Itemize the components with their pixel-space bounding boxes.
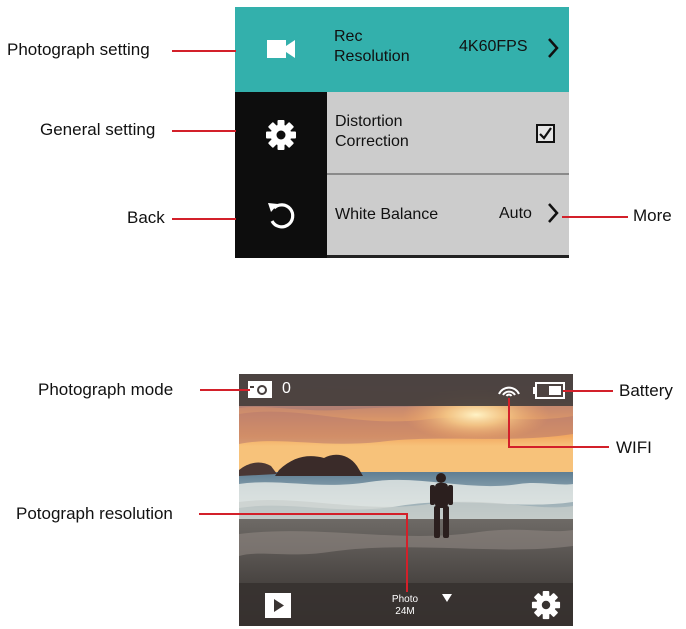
- chevron-right-icon[interactable]: [547, 202, 559, 224]
- back-arrow-icon[interactable]: [265, 199, 297, 231]
- leader-line: [172, 130, 236, 132]
- leader-line: [406, 513, 408, 592]
- leader-line: [172, 50, 236, 52]
- annotation-photograph-setting: Photograph setting: [7, 40, 150, 59]
- annotation-wifi: WIFI: [616, 438, 652, 457]
- white-balance-value: Auto: [499, 205, 532, 222]
- chevron-right-icon[interactable]: [547, 37, 559, 59]
- leader-line: [508, 446, 609, 448]
- annotation-general-setting: General setting: [40, 120, 156, 139]
- annotation-photograph-mode: Photograph mode: [38, 380, 174, 399]
- annotation-more: More: [633, 206, 672, 225]
- photo-count: 0: [282, 380, 291, 397]
- distortion-correction-title: Distortion Correction: [335, 113, 409, 150]
- menu-row-rec-resolution[interactable]: Rec Resolution 4K60FPS: [235, 7, 569, 92]
- rec-resolution-value: 4K60FPS: [459, 38, 528, 55]
- photo-mode-icon[interactable]: [248, 381, 272, 398]
- settings-menu: Rec Resolution 4K60FPS Distortion Correc…: [235, 7, 569, 258]
- photo-resolution: 24M: [395, 606, 415, 617]
- leader-line: [508, 398, 510, 447]
- dropdown-arrow-icon[interactable]: [442, 594, 452, 602]
- menu-row-white-balance[interactable]: White Balance Auto: [327, 173, 569, 255]
- mode-label: Photo: [391, 594, 419, 605]
- rec-resolution-title: Rec Resolution: [334, 28, 410, 65]
- annotation-photograph-resolution: Potograph resolution: [16, 504, 173, 523]
- distortion-checkbox[interactable]: [536, 124, 555, 143]
- leader-line: [562, 216, 628, 218]
- annotation-battery: Battery: [619, 381, 673, 400]
- leader-line: [200, 389, 250, 391]
- camera-status-bar: 0: [239, 374, 573, 406]
- mode-selector[interactable]: Photo 24M: [385, 594, 425, 618]
- menu-divider: [327, 255, 569, 258]
- menu-sidebar: [235, 92, 327, 258]
- leader-line: [563, 390, 613, 392]
- menu-row-distortion-correction[interactable]: Distortion Correction: [327, 92, 569, 173]
- battery-icon: [533, 382, 565, 399]
- annotation-back: Back: [127, 208, 165, 227]
- playback-icon[interactable]: [265, 593, 291, 618]
- checkmark-icon: [539, 127, 552, 140]
- settings-gear-icon[interactable]: [531, 590, 561, 620]
- leader-line: [199, 513, 407, 515]
- gear-icon[interactable]: [265, 119, 297, 151]
- leader-line: [172, 218, 236, 220]
- white-balance-title: White Balance: [335, 206, 439, 223]
- video-camera-icon[interactable]: [267, 39, 295, 59]
- wifi-icon[interactable]: [497, 380, 521, 400]
